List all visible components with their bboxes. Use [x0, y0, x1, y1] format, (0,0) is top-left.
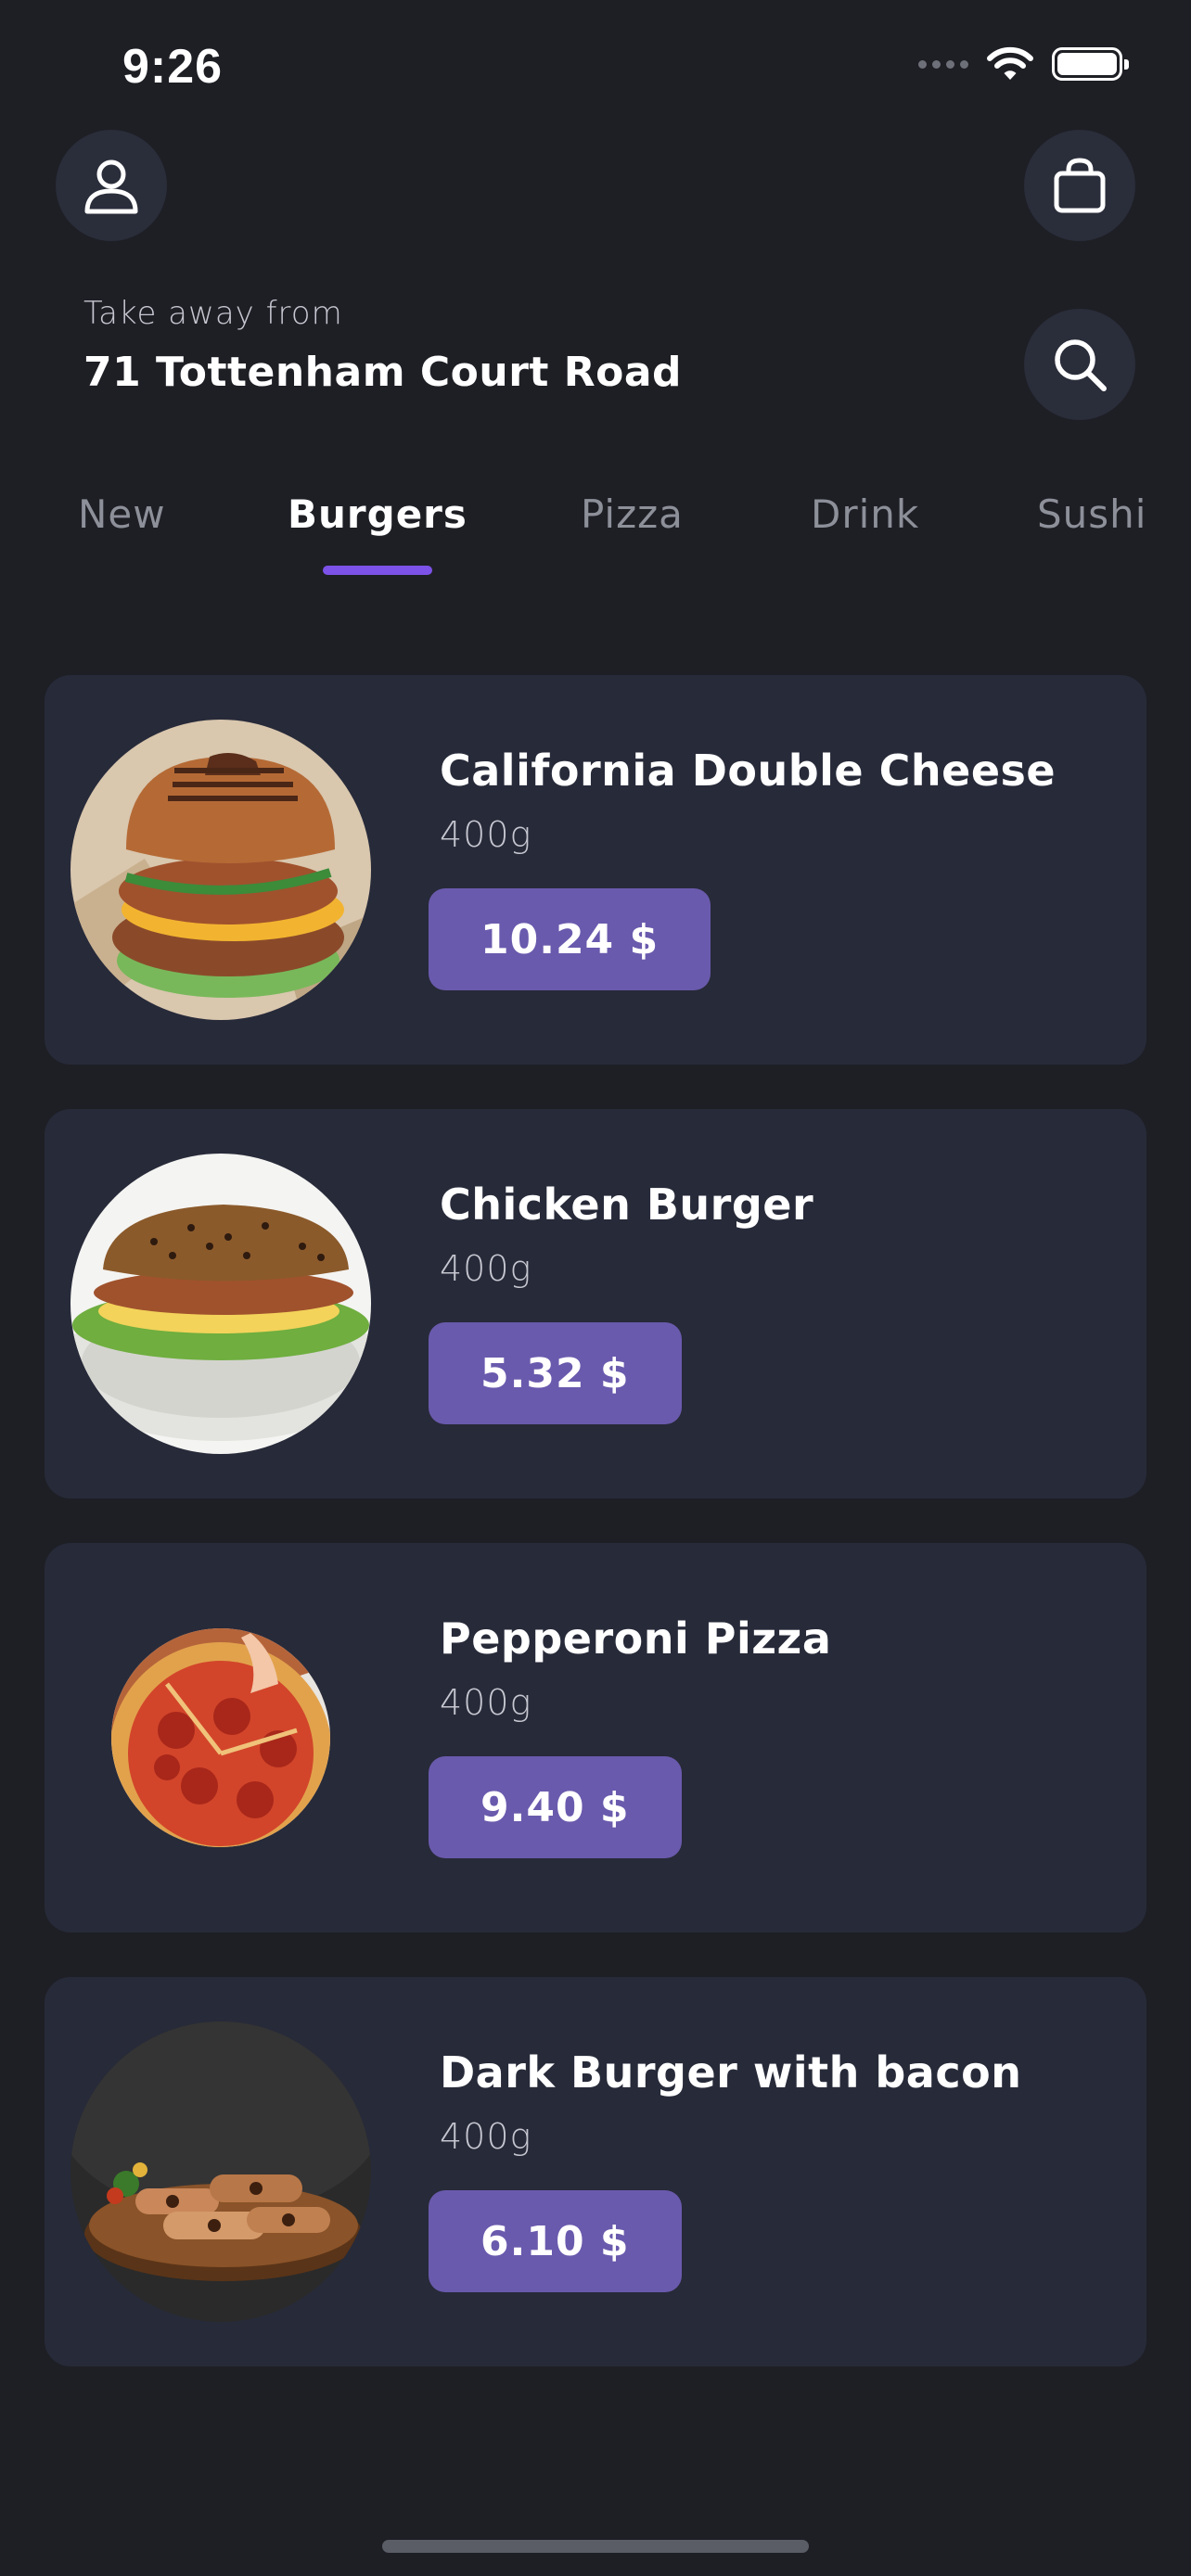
product-image-pepperoni-pizza	[111, 1628, 330, 1847]
product-name: Dark Burger with bacon	[440, 2047, 1022, 2098]
wifi-icon	[987, 46, 1033, 80]
signal-icon	[918, 59, 968, 69]
shopping-bag-icon	[1054, 158, 1106, 213]
tab-burgers[interactable]: Burgers	[288, 491, 467, 537]
product-image-chicken-sandwich	[70, 1154, 371, 1454]
tab-drink[interactable]: Drink	[811, 491, 919, 537]
user-icon	[84, 159, 138, 214]
location-caption: Take away from	[83, 295, 343, 332]
product-weight: 400g	[440, 2116, 532, 2157]
product-card[interactable]: Pepperoni Pizza 400g 9.40 $	[45, 1543, 1146, 1932]
product-image-burger	[70, 720, 371, 1020]
product-card[interactable]: Chicken Burger 400g 5.32 $	[45, 1109, 1146, 1498]
price-button[interactable]: 6.10 $	[429, 2190, 682, 2292]
profile-button[interactable]	[56, 130, 167, 241]
price-button[interactable]: 9.40 $	[429, 1756, 682, 1858]
product-card[interactable]: Dark Burger with bacon 400g 6.10 $	[45, 1977, 1146, 2366]
product-weight: 400g	[440, 1682, 532, 1723]
active-tab-indicator	[323, 566, 432, 575]
product-name: Chicken Burger	[440, 1180, 814, 1230]
price-button[interactable]: 5.32 $	[429, 1322, 682, 1424]
price-button[interactable]: 10.24 $	[429, 888, 711, 990]
product-name: California Double Cheese	[440, 746, 1057, 796]
category-tabs: New Burgers Pizza Drink Sushi	[0, 491, 1191, 584]
tab-sushi[interactable]: Sushi	[1037, 491, 1146, 537]
tab-new[interactable]: New	[78, 491, 166, 537]
battery-icon	[1052, 47, 1129, 81]
product-weight: 400g	[440, 1248, 532, 1289]
search-button[interactable]	[1024, 309, 1135, 420]
product-name: Pepperoni Pizza	[440, 1613, 832, 1664]
search-icon	[1055, 339, 1107, 391]
location-block: Take away from 71 Tottenham Court Road	[83, 295, 682, 396]
cart-button[interactable]	[1024, 130, 1135, 241]
status-icons	[918, 46, 1129, 82]
product-weight: 400g	[440, 814, 532, 855]
product-card[interactable]: California Double Cheese 400g 10.24 $	[45, 675, 1146, 1065]
home-indicator[interactable]	[382, 2540, 809, 2553]
location-address[interactable]: 71 Tottenham Court Road	[83, 349, 682, 396]
product-image-dark-burger	[70, 2021, 371, 2322]
tab-pizza[interactable]: Pizza	[581, 491, 684, 537]
status-bar: 9:26	[0, 0, 1191, 139]
status-time: 9:26	[122, 40, 224, 94]
